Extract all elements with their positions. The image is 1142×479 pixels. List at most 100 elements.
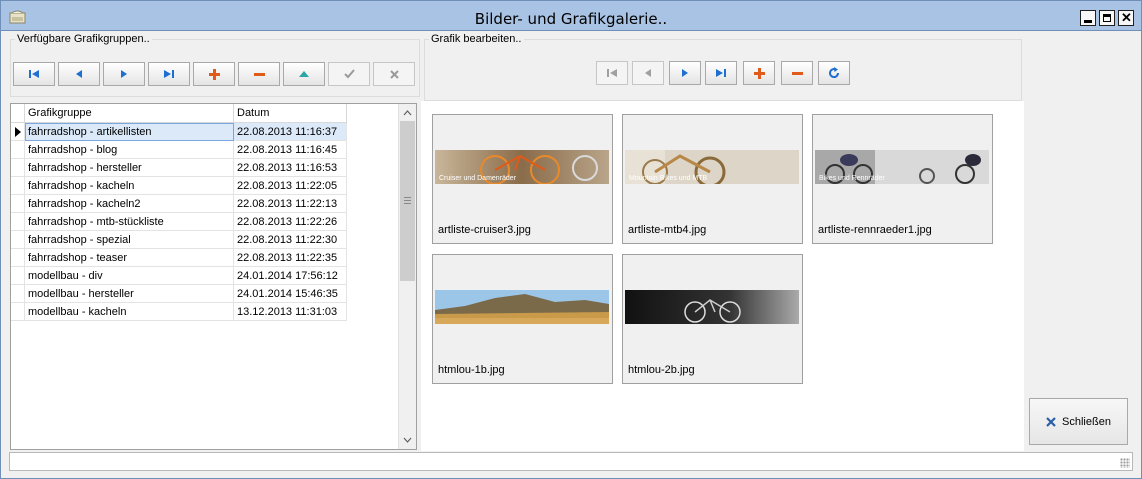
table-row[interactable]: modellbau - kacheln 13.12.2013 11:31:03: [11, 303, 347, 321]
table-row[interactable]: fahrradshop - kacheln2 22.08.2013 11:22:1…: [11, 195, 347, 213]
table-row[interactable]: fahrradshop - hersteller 22.08.2013 11:16…: [11, 159, 347, 177]
row-indicator[interactable]: [11, 231, 25, 249]
minimize-icon: [1084, 20, 1092, 23]
row-indicator[interactable]: [11, 303, 25, 321]
up-triangle-icon: [299, 71, 309, 77]
cell-group[interactable]: fahrradshop - kacheln: [25, 177, 234, 195]
cell-group[interactable]: fahrradshop - artikellisten: [25, 123, 234, 141]
image-gallery: Cruiser und Damenräder artliste-cruiser3…: [421, 101, 1024, 451]
post-record-button[interactable]: [328, 62, 370, 86]
table-row[interactable]: modellbau - div 24.01.2014 17:56:12: [11, 267, 347, 285]
table-row[interactable]: modellbau - hersteller 24.01.2014 15:46:3…: [11, 285, 347, 303]
cell-group[interactable]: fahrradshop - teaser: [25, 249, 234, 267]
cell-date[interactable]: 22.08.2013 11:22:35: [234, 249, 347, 267]
image-tile[interactable]: Bikes und Rennräder artliste-rennraeder1…: [812, 114, 993, 244]
image-tile[interactable]: Mountain Bikes und MTB artliste-mtb4.jpg: [622, 114, 803, 244]
cell-date[interactable]: 22.08.2013 11:22:26: [234, 213, 347, 231]
first-record-button[interactable]: [13, 62, 55, 86]
next-icon: [121, 70, 127, 78]
row-indicator[interactable]: [11, 123, 25, 141]
check-icon: [343, 69, 355, 79]
delete-record-button[interactable]: [238, 62, 280, 86]
minimize-button[interactable]: [1080, 10, 1096, 26]
minus-icon: [791, 71, 803, 75]
cell-group[interactable]: modellbau - div: [25, 267, 234, 285]
delete-image-button[interactable]: [781, 61, 813, 85]
image-tile[interactable]: htmlou-1b.jpg: [432, 254, 613, 384]
resize-grip-icon[interactable]: [1120, 458, 1130, 468]
prev-image-button[interactable]: [632, 61, 664, 85]
table-row[interactable]: fahrradshop - blog 22.08.2013 11:16:45: [11, 141, 347, 159]
edit-record-button[interactable]: [283, 62, 325, 86]
cell-date[interactable]: 24.01.2014 17:56:12: [234, 267, 347, 285]
image-preview: Cruiser und Damenräder: [435, 150, 609, 184]
current-row-icon: [15, 127, 21, 137]
next-image-button[interactable]: [669, 61, 701, 85]
groups-grid[interactable]: Grafikgruppe Datum fahrradshop - artikel…: [10, 103, 417, 450]
cell-date[interactable]: 22.08.2013 11:16:45: [234, 141, 347, 159]
image-preview: Bikes und Rennräder: [815, 150, 989, 184]
last-record-button[interactable]: [148, 62, 190, 86]
next-record-button[interactable]: [103, 62, 145, 86]
cell-date[interactable]: 13.12.2013 11:31:03: [234, 303, 347, 321]
table-row[interactable]: fahrradshop - kacheln 22.08.2013 11:22:05: [11, 177, 347, 195]
window-close-button[interactable]: ✕: [1118, 10, 1134, 26]
plus-icon: [753, 67, 765, 79]
last-image-button[interactable]: [705, 61, 737, 85]
image-overlay-text: Bikes und Rennräder: [819, 175, 885, 182]
prev-icon: [76, 70, 82, 78]
row-indicator[interactable]: [11, 213, 25, 231]
title-bar[interactable]: Bilder- und Grafikgalerie.. ✕: [0, 0, 1142, 31]
prev-record-button[interactable]: [58, 62, 100, 86]
cancel-record-button[interactable]: [373, 62, 415, 86]
grid-scrollbar[interactable]: [398, 104, 416, 449]
cell-date[interactable]: 24.01.2014 15:46:35: [234, 285, 347, 303]
cell-group[interactable]: fahrradshop - kacheln2: [25, 195, 234, 213]
cell-group[interactable]: fahrradshop - mtb-stückliste: [25, 213, 234, 231]
cell-group[interactable]: fahrradshop - hersteller: [25, 159, 234, 177]
groups-panel-label: Verfügbare Grafikgruppen..: [15, 33, 152, 45]
row-indicator[interactable]: [11, 249, 25, 267]
maximize-icon: [1103, 14, 1111, 22]
cell-date[interactable]: 22.08.2013 11:16:53: [234, 159, 347, 177]
maximize-button[interactable]: [1099, 10, 1115, 26]
refresh-image-button[interactable]: [818, 61, 850, 85]
cell-group[interactable]: modellbau - hersteller: [25, 285, 234, 303]
row-indicator[interactable]: [11, 159, 25, 177]
table-row[interactable]: fahrradshop - mtb-stückliste 22.08.2013 1…: [11, 213, 347, 231]
cell-date[interactable]: 22.08.2013 11:22:05: [234, 177, 347, 195]
window-title: Bilder- und Grafikgalerie..: [474, 10, 668, 28]
add-image-button[interactable]: [743, 61, 775, 85]
status-bar: [9, 452, 1133, 471]
row-indicator[interactable]: [11, 285, 25, 303]
image-tile[interactable]: htmlou-2b.jpg: [622, 254, 803, 384]
first-image-button[interactable]: [596, 61, 628, 85]
row-indicator[interactable]: [11, 141, 25, 159]
cell-group[interactable]: fahrradshop - blog: [25, 141, 234, 159]
last-icon: [164, 70, 174, 78]
close-button[interactable]: Schließen: [1029, 398, 1128, 445]
row-indicator[interactable]: [11, 195, 25, 213]
table-row[interactable]: fahrradshop - teaser 22.08.2013 11:22:35: [11, 249, 347, 267]
column-header-date[interactable]: Datum: [234, 104, 347, 123]
image-tile[interactable]: Cruiser und Damenräder artliste-cruiser3…: [432, 114, 613, 244]
table-row[interactable]: fahrradshop - spezial 22.08.2013 11:22:30: [11, 231, 347, 249]
add-record-button[interactable]: [193, 62, 235, 86]
next-icon: [682, 69, 688, 77]
image-overlay-text: Mountain Bikes und MTB: [629, 175, 708, 182]
grid-header: Grafikgruppe Datum: [11, 104, 347, 123]
cell-date[interactable]: 22.08.2013 11:22:13: [234, 195, 347, 213]
column-header-group[interactable]: Grafikgruppe: [25, 104, 234, 123]
scroll-up-icon[interactable]: [399, 104, 416, 121]
row-indicator[interactable]: [11, 177, 25, 195]
scroll-thumb[interactable]: [400, 121, 415, 281]
row-indicator[interactable]: [11, 267, 25, 285]
table-row[interactable]: fahrradshop - artikellisten 22.08.2013 11…: [11, 123, 347, 141]
cell-group[interactable]: fahrradshop - spezial: [25, 231, 234, 249]
cell-date[interactable]: 22.08.2013 11:16:37: [234, 123, 347, 141]
cell-group[interactable]: modellbau - kacheln: [25, 303, 234, 321]
cell-date[interactable]: 22.08.2013 11:22:30: [234, 231, 347, 249]
image-preview: [435, 290, 609, 324]
scroll-down-icon[interactable]: [399, 431, 416, 448]
first-icon: [607, 69, 617, 77]
